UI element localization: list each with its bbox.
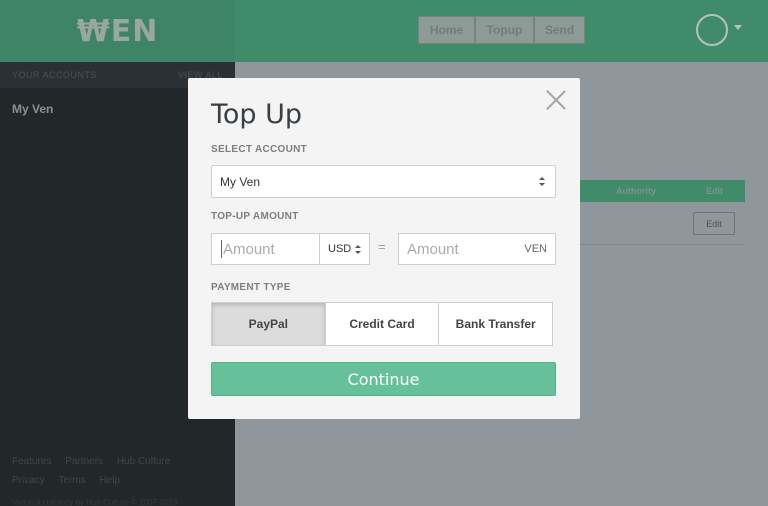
column-header-authority: Authority	[616, 186, 656, 196]
account-select-value: My Ven	[220, 174, 261, 189]
chevron-down-icon[interactable]	[734, 25, 742, 30]
footer-link-help[interactable]: Help	[99, 475, 120, 486]
row-edit-button[interactable]: Edit	[693, 212, 735, 235]
copyright-text: Ven is a currency by Hub Culture © 2007-…	[12, 498, 178, 506]
modal-title: Top Up	[211, 99, 303, 130]
table-row-divider	[578, 244, 745, 245]
footer-link-terms[interactable]: Terms	[58, 475, 85, 486]
main-nav: Home Topup Send	[418, 16, 585, 44]
payment-option-paypal[interactable]: PayPal	[211, 302, 326, 346]
sidebar-footer-links: Features Partners Hub Culture Privacy Te…	[12, 452, 181, 490]
currency-select[interactable]: USD	[319, 233, 370, 265]
top-bar: ₩EN Home Topup Send	[0, 0, 768, 62]
payment-type-options: PayPal Credit Card Bank Transfer	[211, 302, 554, 346]
sidebar-section-title: YOUR ACCOUNTS	[12, 70, 98, 80]
account-select[interactable]: My Ven	[211, 165, 556, 198]
ven-logo[interactable]: ₩EN	[77, 14, 159, 49]
nav-home-button[interactable]: Home	[418, 16, 475, 44]
logo-area: ₩EN	[0, 0, 235, 62]
close-icon[interactable]	[546, 90, 566, 110]
nav-send-button[interactable]: Send	[534, 16, 585, 44]
payment-option-bank-transfer[interactable]: Bank Transfer	[439, 302, 554, 346]
payment-type-label: PAYMENT TYPE	[211, 282, 291, 293]
select-arrows-icon	[539, 177, 545, 187]
text-cursor	[221, 240, 222, 258]
select-account-label: SELECT ACCOUNT	[211, 144, 308, 155]
footer-link-features[interactable]: Features	[12, 456, 51, 467]
avatar[interactable]	[696, 14, 728, 46]
converted-unit: VEN	[524, 243, 547, 255]
nav-topup-button[interactable]: Topup	[475, 16, 534, 44]
converted-amount-input[interactable]: Amount VEN	[398, 233, 556, 265]
column-header-edit: Edit	[706, 186, 723, 196]
select-arrows-icon	[355, 245, 361, 255]
table-header: Authority Edit	[578, 180, 745, 202]
top-up-amount-label: TOP-UP AMOUNT	[211, 211, 299, 222]
continue-button[interactable]: Continue	[211, 362, 556, 396]
footer-link-privacy[interactable]: Privacy	[12, 475, 45, 486]
currency-select-value: USD	[328, 243, 352, 255]
converted-amount-placeholder: Amount	[407, 240, 459, 258]
amount-input-placeholder: Amount	[223, 240, 275, 258]
amount-input[interactable]: Amount	[211, 233, 320, 265]
equals-sign: =	[378, 239, 386, 254]
footer-link-partners[interactable]: Partners	[65, 456, 103, 467]
footer-link-hub-culture[interactable]: Hub Culture	[117, 456, 170, 467]
payment-option-credit-card[interactable]: Credit Card	[325, 302, 440, 346]
